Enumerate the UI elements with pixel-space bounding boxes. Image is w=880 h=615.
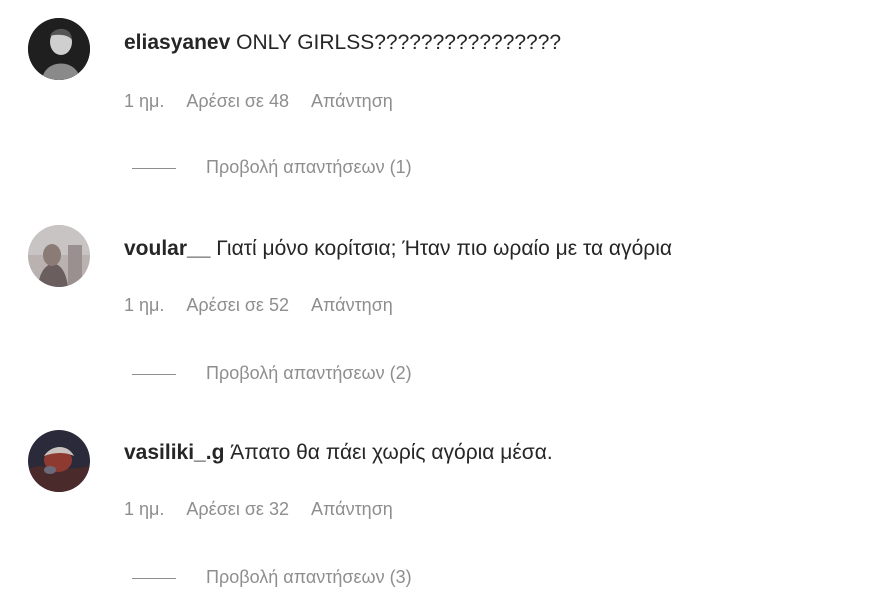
comment-item: voular__ Γιατί μόνο κορίτσια; Ήταν πιο ω… [0,205,880,410]
replies-dash [132,167,176,169]
view-replies-button[interactable]: Προβολή απαντήσεων (1) [132,156,412,178]
comment-username[interactable]: vasiliki_.g [124,441,224,464]
comment-line: vasiliki_.g Άπατο θα πάει χωρίς αγόρια μ… [124,440,553,466]
view-replies-label: Προβολή απαντήσεων (2) [206,363,412,383]
comment-line: voular__ Γιατί μόνο κορίτσια; Ήταν πιο ω… [124,236,672,262]
likes-count[interactable]: Αρέσει σε 32 [186,499,289,519]
avatar[interactable] [28,18,90,80]
comment-item: eliasyanev ONLY GIRLSS???????????????? 1… [0,0,880,205]
replies-dash [132,373,176,375]
avatar-image [28,18,90,80]
comment-username[interactable]: voular__ [124,237,210,260]
comment-time: 1 ημ. [124,499,165,519]
comment-item: vasiliki_.g Άπατο θα πάει χωρίς αγόρια μ… [0,410,880,615]
comment-meta: 1 ημ. Αρέσει σε 52 Απάντηση [124,294,411,316]
view-replies-button[interactable]: Προβολή απαντήσεων (3) [132,566,412,588]
comment-meta: 1 ημ. Αρέσει σε 48 Απάντηση [124,90,411,112]
likes-count[interactable]: Αρέσει σε 52 [186,295,289,315]
comment-text: Άπατο θα πάει χωρίς αγόρια μέσα. [230,441,553,464]
avatar[interactable] [28,430,90,492]
view-replies-label: Προβολή απαντήσεων (3) [206,567,412,587]
view-replies-button[interactable]: Προβολή απαντήσεων (2) [132,362,412,384]
comment-line: eliasyanev ONLY GIRLSS???????????????? [124,30,561,56]
reply-button[interactable]: Απάντηση [311,499,393,519]
comment-time: 1 ημ. [124,91,165,111]
comment-text: ONLY GIRLSS???????????????? [236,31,562,54]
view-replies-label: Προβολή απαντήσεων (1) [206,157,412,177]
reply-button[interactable]: Απάντηση [311,295,393,315]
comment-time: 1 ημ. [124,295,165,315]
comment-meta: 1 ημ. Αρέσει σε 32 Απάντηση [124,498,411,520]
comment-text: Γιατί μόνο κορίτσια; Ήταν πιο ωραίο με τ… [216,237,672,260]
likes-count[interactable]: Αρέσει σε 48 [186,91,289,111]
avatar-image [28,430,90,492]
avatar[interactable] [28,225,90,287]
comment-username[interactable]: eliasyanev [124,31,230,54]
avatar-image [28,225,90,287]
reply-button[interactable]: Απάντηση [311,91,393,111]
replies-dash [132,577,176,579]
